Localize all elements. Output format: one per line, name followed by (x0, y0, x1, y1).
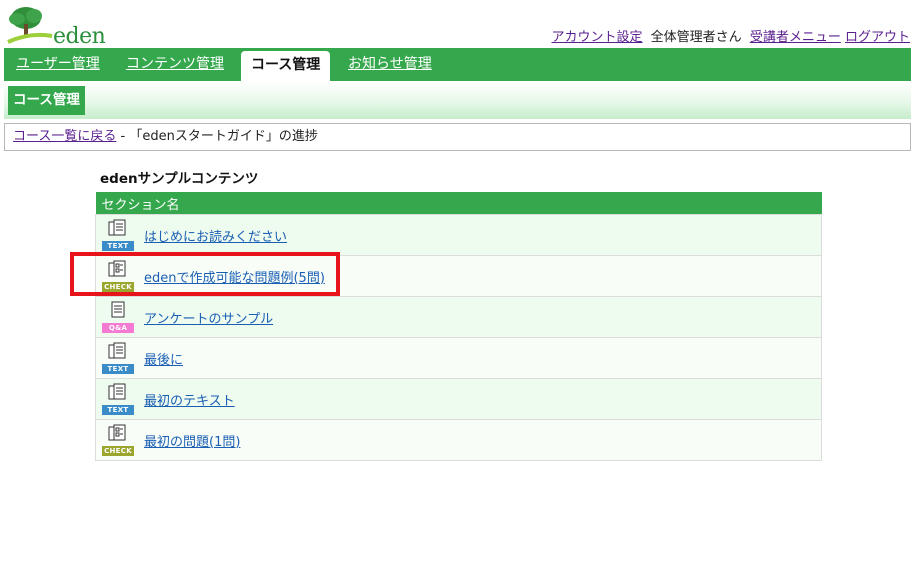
table-row: Q&A アンケートのサンプル (95, 296, 822, 338)
sections-table: セクション名 TEXT はじめにお読みください CHECK edenで作成可能な… (95, 192, 822, 461)
breadcrumb-current: 「edenスタートガイド」の進捗 (129, 129, 318, 144)
breadcrumb: コース一覧に戻る - 「edenスタートガイド」の進捗 (4, 123, 911, 151)
badge: TEXT (102, 241, 134, 251)
sub-nav: コース管理 (4, 81, 911, 119)
section-link[interactable]: はじめにお読みください (144, 226, 287, 245)
badge: CHECK (102, 446, 134, 456)
table-row: TEXT はじめにお読みください (95, 214, 822, 256)
section-link[interactable]: 最初のテキスト (144, 390, 235, 409)
learner-menu-link[interactable]: 受講者メニュー (750, 30, 841, 45)
badge: TEXT (102, 364, 134, 374)
subtab-course-management[interactable]: コース管理 (8, 86, 85, 115)
section-link[interactable]: 最初の問題(1問) (144, 431, 240, 450)
back-to-course-list-link[interactable]: コース一覧に戻る (13, 129, 116, 144)
logo: eden (6, 4, 106, 49)
section-link[interactable]: アンケートのサンプル (144, 308, 273, 327)
text-document-icon: TEXT (102, 219, 134, 251)
column-header-section-name: セクション名 (95, 192, 822, 215)
logo-text: eden (53, 24, 106, 49)
logout-link[interactable]: ログアウト (845, 30, 910, 45)
text-document-icon: TEXT (102, 383, 134, 415)
tab-user-management[interactable]: ユーザー管理 (16, 48, 100, 81)
user-label: 全体管理者さん (650, 30, 742, 45)
table-row: TEXT 最後に (95, 337, 822, 379)
section-link[interactable]: 最後に (144, 349, 183, 368)
tab-course-management[interactable]: コース管理 (241, 51, 331, 81)
tab-content-management[interactable]: コンテンツ管理 (126, 48, 224, 81)
content-title: edenサンプルコンテンツ (100, 171, 259, 187)
breadcrumb-separator: - (120, 129, 126, 144)
badge: TEXT (102, 405, 134, 415)
qa-document-icon: Q&A (102, 301, 134, 333)
highlight-box (70, 252, 340, 296)
badge: Q&A (102, 323, 134, 333)
tab-notice-management[interactable]: お知らせ管理 (348, 48, 432, 81)
top-nav: アカウント設定 全体管理者さん 受講者メニュー ログアウト (552, 26, 910, 45)
account-settings-link[interactable]: アカウント設定 (552, 30, 643, 45)
check-document-icon: CHECK (102, 424, 134, 456)
text-document-icon: TEXT (102, 342, 134, 374)
tree-logo-icon (7, 7, 53, 44)
table-row: TEXT 最初のテキスト (95, 378, 822, 420)
table-row: CHECK 最初の問題(1問) (95, 419, 822, 461)
main-nav: ユーザー管理 コンテンツ管理 コース管理 お知らせ管理 (4, 48, 911, 81)
